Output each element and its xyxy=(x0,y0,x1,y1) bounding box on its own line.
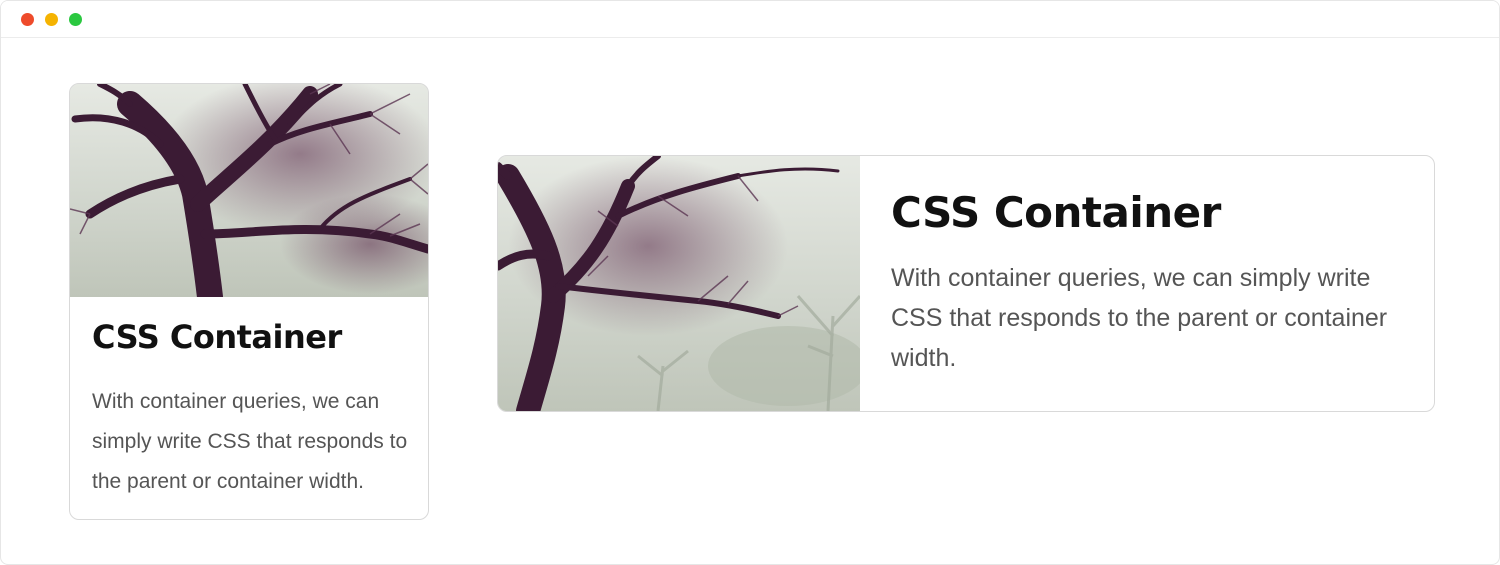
card-description: With container queries, we can simply wr… xyxy=(92,390,408,493)
misty-tree-photo xyxy=(498,156,860,411)
card-title: CSS Container xyxy=(891,188,1221,237)
misty-tree-photo xyxy=(70,84,428,297)
card-stacked: CSS Container With container queries, we… xyxy=(69,83,429,520)
minimize-window-button[interactable] xyxy=(45,13,58,26)
maximize-window-button[interactable] xyxy=(69,13,82,26)
card-image xyxy=(70,84,428,297)
card-description: With container queries, we can simply wr… xyxy=(891,264,1388,372)
browser-window: CSS Container With container queries, we… xyxy=(0,0,1500,565)
close-window-button[interactable] xyxy=(21,13,34,26)
window-titlebar xyxy=(1,1,1499,38)
card-image xyxy=(498,156,860,411)
card-title: CSS Container xyxy=(92,318,342,356)
card-horizontal: CSS Container With container queries, we… xyxy=(497,155,1435,412)
